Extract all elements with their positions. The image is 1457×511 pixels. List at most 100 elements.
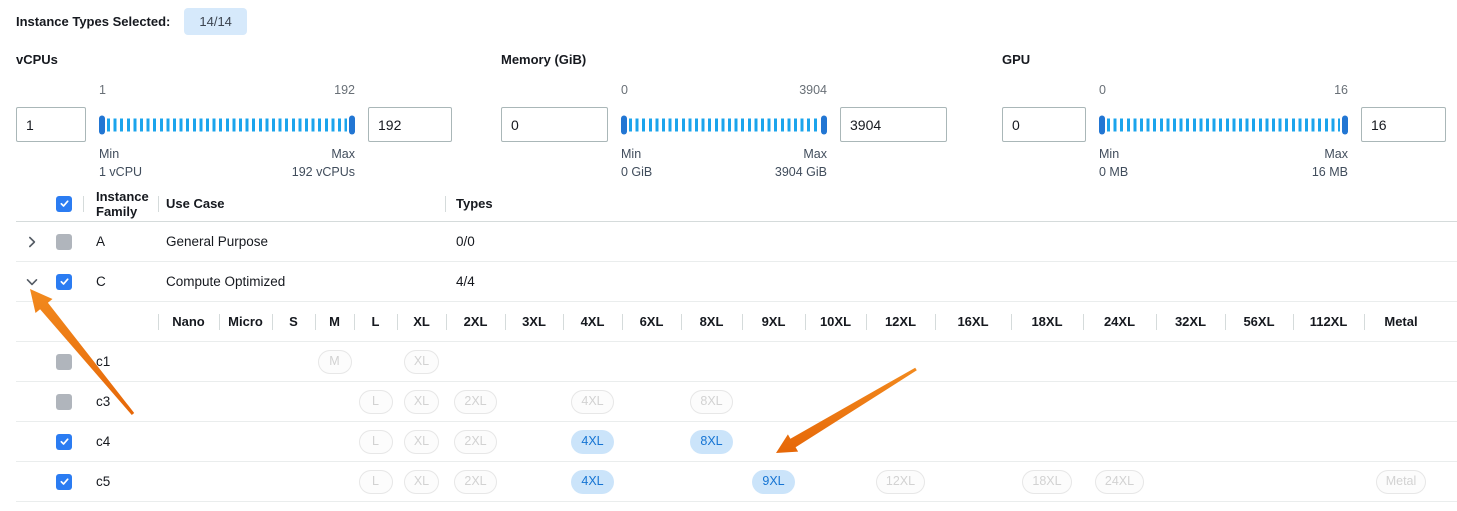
size-pill-c5-24XL[interactable]: 24XL — [1095, 470, 1144, 494]
size-column-label: Nano — [172, 314, 205, 329]
size-pill-c5-4XL[interactable]: 4XL — [571, 470, 613, 494]
chevron-right-icon[interactable] — [23, 233, 41, 251]
select-all-checkbox[interactable] — [56, 196, 72, 212]
instance-types-selected-label: Instance Types Selected: — [16, 14, 170, 29]
slider-max-handle[interactable] — [1342, 115, 1348, 134]
memory-slider-min-label: 0 — [621, 83, 628, 97]
size-pill-c3-XL[interactable]: XL — [404, 390, 439, 414]
checkbox-instance-c5[interactable] — [56, 474, 72, 490]
family-row-C: CCompute Optimized4/4 — [16, 262, 1457, 302]
memory-range-slider[interactable]: 0 3904 Min 0 GiB Max 3904 GiB — [621, 107, 827, 142]
instance-name: c1 — [80, 354, 158, 369]
size-col-L: L — [354, 302, 397, 341]
vcpus-min-input[interactable] — [16, 107, 86, 142]
gpu-range-slider[interactable]: 0 16 Min 0 MB Max 16 MB — [1099, 107, 1348, 142]
vcpus-title: vCPUs — [16, 52, 452, 67]
size-col-18XL: 18XL — [1011, 302, 1083, 341]
checkbox-family-C[interactable] — [56, 274, 72, 290]
size-pill-c1-M[interactable]: M — [318, 350, 352, 374]
gpu-min-value: 0 MB — [1099, 163, 1128, 181]
family-name: A — [80, 234, 158, 249]
size-column-label: 112XL — [1310, 314, 1348, 329]
types-count: 4/4 — [446, 274, 1457, 289]
gpu-slider-min-label: 0 — [1099, 83, 1106, 97]
gpu-min-input[interactable] — [1002, 107, 1086, 142]
size-col-Metal: Metal — [1364, 302, 1438, 341]
column-header-instance-family: Instance Family — [80, 189, 158, 219]
memory-min-caption: Min — [621, 145, 652, 163]
memory-max-value: 3904 GiB — [775, 163, 827, 181]
memory-min-value: 0 GiB — [621, 163, 652, 181]
vcpus-max-input[interactable] — [368, 107, 452, 142]
size-col-24XL: 24XL — [1083, 302, 1156, 341]
instance-family-table: Instance Family Use Case Types AGeneral … — [16, 186, 1457, 502]
slider-min-handle[interactable] — [1099, 115, 1105, 134]
size-column-label: Micro — [228, 314, 263, 329]
memory-max-input[interactable] — [840, 107, 947, 142]
size-pill-c4-4XL[interactable]: 4XL — [571, 430, 613, 454]
size-pill-c5-9XL[interactable]: 9XL — [752, 470, 794, 494]
vcpus-slider-max-label: 192 — [334, 83, 355, 97]
size-col-56XL: 56XL — [1225, 302, 1293, 341]
memory-min-input[interactable] — [501, 107, 608, 142]
size-column-label: 3XL — [522, 314, 546, 329]
size-column-label: Metal — [1384, 314, 1417, 329]
table-header-row: Instance Family Use Case Types — [16, 186, 1457, 222]
use-case: General Purpose — [158, 234, 446, 249]
checkbox-instance-c1[interactable] — [56, 354, 72, 370]
family-row-A: AGeneral Purpose0/0 — [16, 222, 1457, 262]
size-pill-c4-L[interactable]: L — [359, 430, 393, 454]
size-col-M: M — [315, 302, 354, 341]
instance-name: c5 — [80, 474, 158, 489]
size-column-label: 18XL — [1031, 314, 1062, 329]
size-pill-c5-18XL[interactable]: 18XL — [1022, 470, 1071, 494]
size-pill-c5-Metal[interactable]: Metal — [1376, 470, 1427, 494]
size-pill-c5-L[interactable]: L — [359, 470, 393, 494]
checkbox-family-A[interactable] — [56, 234, 72, 250]
slider-max-handle[interactable] — [821, 115, 827, 134]
column-header-types: Types — [446, 196, 1457, 211]
size-pill-c4-2XL[interactable]: 2XL — [454, 430, 496, 454]
size-columns-header: NanoMicroSMLXL2XL3XL4XL6XL8XL9XL10XL12XL… — [16, 302, 1457, 342]
instance-name: c4 — [80, 434, 158, 449]
slider-track[interactable] — [621, 115, 827, 134]
column-header-use-case: Use Case — [158, 196, 446, 211]
checkbox-instance-c3[interactable] — [56, 394, 72, 410]
slider-max-handle[interactable] — [349, 115, 355, 134]
size-pill-c3-4XL[interactable]: 4XL — [571, 390, 613, 414]
instance-row-c1: c1 M XL — [16, 342, 1457, 382]
size-col-XL: XL — [397, 302, 446, 341]
slider-track[interactable] — [99, 115, 355, 134]
family-name: C — [80, 274, 158, 289]
instance-row-c3: c3LXL2XL4XL8XL — [16, 382, 1457, 422]
checkbox-instance-c4[interactable] — [56, 434, 72, 450]
slider-min-handle[interactable] — [99, 115, 105, 134]
gpu-title: GPU — [1002, 52, 1446, 67]
vcpus-range-slider[interactable]: 1 192 Min 1 vCPU Max 192 vCPUs — [99, 107, 355, 142]
size-pill-c3-2XL[interactable]: 2XL — [454, 390, 496, 414]
size-col-2XL: 2XL — [446, 302, 505, 341]
size-pill-c4-XL[interactable]: XL — [404, 430, 439, 454]
gpu-max-input[interactable] — [1361, 107, 1446, 142]
slider-track[interactable] — [1099, 115, 1348, 134]
size-pill-c4-8XL[interactable]: 8XL — [690, 430, 732, 454]
size-col-4XL: 4XL — [563, 302, 622, 341]
size-pill-c1-XL[interactable]: XL — [404, 350, 439, 374]
size-pill-c3-L[interactable]: L — [359, 390, 393, 414]
slider-ticks — [107, 118, 347, 131]
gpu-filter: GPU 0 16 Min 0 MB — [1002, 52, 1446, 142]
size-column-label: 56XL — [1243, 314, 1274, 329]
gpu-max-caption: Max — [1312, 145, 1348, 163]
size-pill-c3-8XL[interactable]: 8XL — [690, 390, 732, 414]
size-col-10XL: 10XL — [805, 302, 866, 341]
types-count: 0/0 — [446, 234, 1457, 249]
size-col-8XL: 8XL — [681, 302, 742, 341]
size-pill-c5-XL[interactable]: XL — [404, 470, 439, 494]
size-column-label: S — [289, 314, 298, 329]
size-pill-c5-12XL[interactable]: 12XL — [876, 470, 925, 494]
size-pill-c5-2XL[interactable]: 2XL — [454, 470, 496, 494]
chevron-down-icon[interactable] — [23, 273, 41, 291]
size-column-label: 8XL — [700, 314, 724, 329]
slider-min-handle[interactable] — [621, 115, 627, 134]
instance-row-c4: c4 L XL 2XL 4XL 8XL — [16, 422, 1457, 462]
